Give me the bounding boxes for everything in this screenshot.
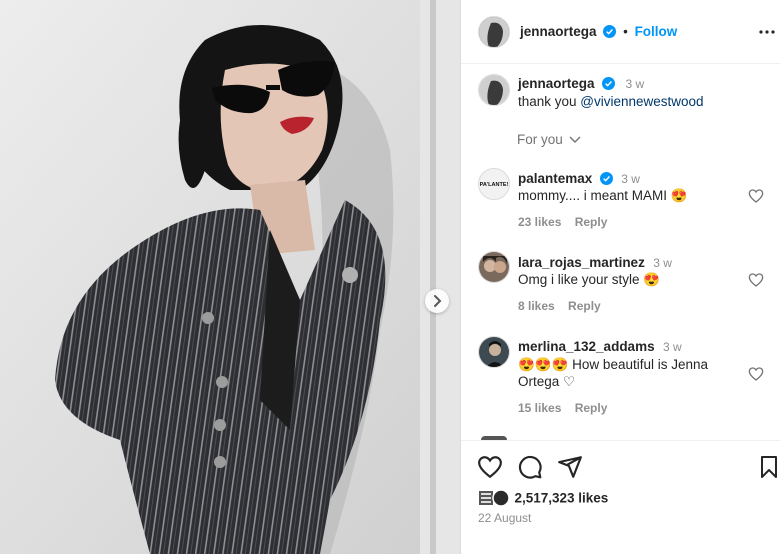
header-username[interactable]: jennaortega xyxy=(520,24,597,39)
liked-by-avatars-icon xyxy=(479,489,510,507)
caption-avatar[interactable] xyxy=(478,74,510,106)
more-options-button[interactable] xyxy=(757,22,777,42)
follow-button[interactable]: Follow xyxy=(635,24,678,39)
photo-illustration xyxy=(0,0,460,554)
comment-bubble-icon[interactable] xyxy=(517,454,543,480)
comment-time: 3 w xyxy=(621,172,640,186)
save-bookmark-icon[interactable] xyxy=(757,455,780,479)
likes-count[interactable]: 2,517,323 likes xyxy=(514,491,608,506)
actions-divider xyxy=(461,440,780,441)
post-date[interactable]: 22 August xyxy=(478,511,531,525)
comment-likes[interactable]: 15 likes xyxy=(518,401,561,415)
post-side-panel: jennaortega • Follow jennaortega 3 w tha… xyxy=(460,0,780,554)
avatar-image xyxy=(479,337,509,367)
comment-avatar[interactable] xyxy=(478,251,510,283)
avatar-image xyxy=(479,17,509,47)
comment-text: mommy.... i meant MAMI 😍 xyxy=(518,188,688,203)
comment-avatar[interactable] xyxy=(478,336,510,368)
reply-button[interactable]: Reply xyxy=(568,299,601,313)
reply-button[interactable]: Reply xyxy=(575,215,608,229)
caption-username[interactable]: jennaortega xyxy=(518,76,595,91)
avatar-image xyxy=(479,75,509,105)
reply-button[interactable]: Reply xyxy=(575,401,608,415)
chevron-right-icon xyxy=(434,295,442,307)
more-options-icon xyxy=(759,30,775,34)
post-photo[interactable] xyxy=(0,0,460,554)
comment-username[interactable]: merlina_132_addams xyxy=(518,339,655,354)
for-you-dropdown[interactable]: For you xyxy=(517,132,581,147)
like-heart-icon[interactable] xyxy=(477,454,503,480)
avatar-text: PA'LANTE! xyxy=(479,182,509,188)
chevron-down-icon xyxy=(569,136,581,143)
caption-text: thank you xyxy=(518,94,581,109)
comment-likes[interactable]: 23 likes xyxy=(518,215,561,229)
next-image-button[interactable] xyxy=(425,289,449,313)
comment-username[interactable]: lara_rojas_martinez xyxy=(518,255,645,270)
comment-text: 😍😍😍 How beautiful is Jenna Ortega ♡ xyxy=(518,357,709,389)
comment-heart-icon[interactable] xyxy=(748,272,764,288)
verified-badge-icon xyxy=(601,77,615,90)
author-avatar[interactable] xyxy=(478,16,510,48)
verified-badge-icon xyxy=(599,172,613,185)
for-you-label: For you xyxy=(517,132,563,147)
comment-likes[interactable]: 8 likes xyxy=(518,299,555,313)
comment-avatar[interactable]: PA'LANTE! xyxy=(478,168,510,200)
comment-username[interactable]: palantemax xyxy=(518,171,592,186)
comment-heart-icon[interactable] xyxy=(748,366,764,382)
comment-text: Omg i like your style 😍 xyxy=(518,272,661,287)
share-send-icon[interactable] xyxy=(557,454,583,480)
caption-mention-link[interactable]: @viviennewestwood xyxy=(580,94,703,109)
verified-badge-icon xyxy=(603,25,617,38)
caption-time: 3 w xyxy=(625,77,645,91)
comment-time: 3 w xyxy=(663,340,682,354)
header-dot: • xyxy=(623,24,628,39)
comment-heart-icon[interactable] xyxy=(748,188,764,204)
header-divider xyxy=(461,63,780,64)
avatar-image xyxy=(479,252,509,282)
comment-time: 3 w xyxy=(653,256,672,270)
